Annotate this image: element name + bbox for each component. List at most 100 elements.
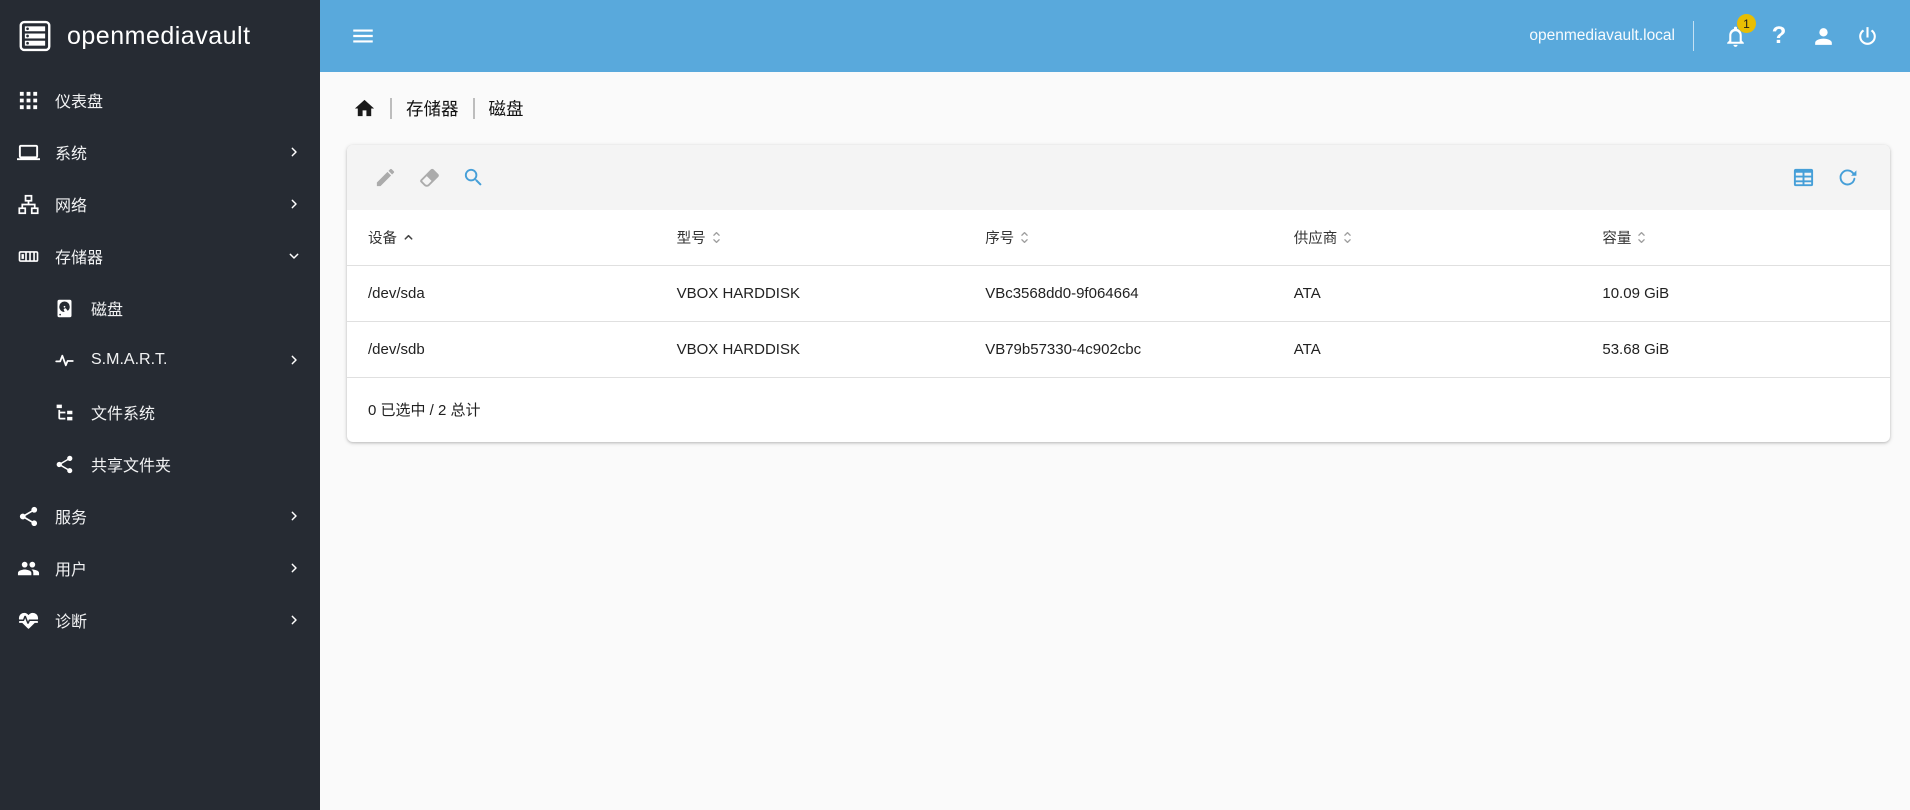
reload-button[interactable] (1829, 160, 1865, 196)
pulse-icon (52, 348, 76, 372)
column-header[interactable]: 序号 (964, 210, 1273, 266)
sidebar-item-label: 文件系统 (91, 406, 156, 423)
hostname-label: openmediavault.local (1529, 27, 1675, 44)
topbar-divider (1693, 21, 1694, 51)
chevron-right-icon (286, 352, 302, 368)
table-cell: ATA (1272, 321, 1582, 378)
sidebar-item-system[interactable]: 系统 (0, 126, 320, 178)
sidebar: openmediavault 仪表盘系统网络存储器磁盘 S.M.A.R.T. 文件系… (0, 0, 320, 810)
table-cell: VBOX HARDDISK (655, 321, 965, 378)
table-cell: VBOX HARDDISK (655, 265, 965, 322)
table-header-row: 设备 型号 序号 供应商 容量 (347, 210, 1890, 266)
sidebar-item-users[interactable]: 用户 (0, 542, 320, 594)
table-footer: 0 已选中 / 2 总计 (347, 378, 1890, 442)
eraser-icon (418, 166, 441, 189)
account-multiple-icon (16, 556, 40, 580)
column-header[interactable]: 容量 (1581, 210, 1890, 266)
table-cell: VBc3568dd0-9f064664 (964, 265, 1273, 322)
sidebar-item-label: 用户 (55, 562, 88, 579)
wipe-button[interactable] (411, 160, 447, 196)
menu-toggle-button[interactable] (350, 22, 378, 50)
openmediavault-logo-icon (19, 20, 51, 52)
harddisk-icon (52, 296, 76, 320)
column-label: 型号 (676, 230, 706, 247)
chevron-right-icon (286, 508, 302, 524)
reload-icon (1836, 166, 1859, 189)
sidebar-item-label: 网络 (55, 198, 88, 215)
sidebar-item-storage[interactable]: 存储器 (0, 230, 320, 282)
chevron-right-icon (286, 560, 302, 576)
columns-button[interactable] (1785, 160, 1821, 196)
breadcrumb-item[interactable]: 磁盘 (489, 96, 524, 121)
topbar: openmediavault.local 1 ? (320, 0, 1910, 72)
content-area: 存储器 磁盘 设备 型号 序号 供应商 容量 /dev/sda VBOX HARDDISK V… (320, 72, 1910, 810)
table-cell: VB79b57330-4c902cbc (964, 321, 1273, 378)
column-label: 设备 (368, 230, 397, 247)
sort-icon (1020, 230, 1029, 245)
notifications-button[interactable]: 1 (1718, 14, 1756, 56)
sidebar-item-label: 仪表盘 (55, 94, 104, 111)
share-variant-icon (52, 452, 76, 476)
laptop-icon (16, 140, 40, 164)
sidebar-item-services[interactable]: 服务 (0, 490, 320, 542)
share-variant-icon (16, 504, 40, 528)
column-label: 供应商 (1293, 230, 1338, 247)
help-button[interactable]: ? (1762, 16, 1796, 56)
sidebar-item-dashboard[interactable]: 仪表盘 (0, 74, 320, 126)
table-row[interactable]: /dev/sdb VBOX HARDDISK VB79b57330-4c902cbc… (347, 321, 1890, 378)
table-row[interactable]: /dev/sda VBOX HARDDISK VBc3568dd0-9f064664… (347, 265, 1890, 322)
sort-icon (1343, 230, 1352, 245)
toolbar-right (1777, 160, 1865, 196)
power-button[interactable] (1850, 16, 1884, 56)
column-header[interactable]: 型号 (655, 210, 965, 266)
sidebar-item-disks[interactable]: 磁盘 (0, 282, 320, 334)
table-cell: 10.09 GiB (1581, 265, 1890, 322)
chevron-right-icon (286, 612, 302, 628)
breadcrumb-separator (472, 98, 475, 119)
column-header[interactable]: 供应商 (1272, 210, 1582, 266)
user-menu-button[interactable] (1806, 16, 1840, 56)
power-icon (1855, 24, 1880, 49)
selection-summary: 0 已选中 / 2 总计 (368, 402, 481, 419)
pencil-icon (374, 166, 397, 189)
sidebar-item-label: 诊断 (55, 614, 88, 631)
sidebar-item-network[interactable]: 网络 (0, 178, 320, 230)
table-icon (1792, 166, 1815, 189)
dashboard-icon (16, 88, 40, 112)
file-tree-icon (52, 400, 76, 424)
sort-ascending-icon (403, 232, 414, 243)
sidebar-item-diagnostics[interactable]: 诊断 (0, 594, 320, 646)
help-icon: ? (1771, 22, 1787, 49)
app-title: openmediavault (67, 21, 251, 50)
sidebar-nav: 仪表盘系统网络存储器磁盘 S.M.A.R.T. 文件系统共享文件夹 服务用户诊断 (0, 72, 320, 646)
toolbar-left (367, 160, 499, 196)
sidebar-item-filesystems[interactable]: 文件系统 (0, 386, 320, 438)
chevron-right-icon (286, 196, 302, 212)
magnify-icon (462, 166, 485, 189)
breadcrumb-separator (390, 98, 392, 119)
breadcrumb-item[interactable]: 存储器 (406, 96, 459, 121)
sort-icon (1637, 230, 1646, 245)
table-cell: /dev/sda (347, 265, 656, 322)
storage-icon (16, 244, 40, 268)
heart-pulse-icon (16, 608, 40, 632)
disks-table: 设备 型号 序号 供应商 容量 /dev/sda VBOX HARDDISK VBc3568… (347, 210, 1890, 378)
column-header[interactable]: 设备 (347, 210, 656, 266)
app-logo: openmediavault (0, 0, 320, 72)
table-cell: /dev/sdb (347, 321, 656, 378)
table-body: /dev/sda VBOX HARDDISK VBc3568dd0-9f064664… (347, 265, 1890, 378)
home-icon (353, 97, 376, 120)
sidebar-item-label: S.M.A.R.T. (91, 351, 168, 368)
datatable-toolbar (347, 145, 1890, 210)
chevron-right-icon (286, 144, 302, 160)
sidebar-item-label: 磁盘 (91, 302, 124, 319)
sidebar-item-smart[interactable]: S.M.A.R.T. (0, 334, 320, 386)
edit-button[interactable] (367, 160, 403, 196)
sidebar-item-label: 存储器 (55, 250, 104, 267)
breadcrumb-home-button[interactable] (353, 97, 376, 120)
user-icon (1811, 24, 1836, 49)
notification-badge: 1 (1737, 14, 1756, 33)
search-button[interactable] (455, 160, 491, 196)
disks-panel: 设备 型号 序号 供应商 容量 /dev/sda VBOX HARDDISK VBc3568… (347, 145, 1890, 442)
sidebar-item-sharedfolders[interactable]: 共享文件夹 (0, 438, 320, 490)
